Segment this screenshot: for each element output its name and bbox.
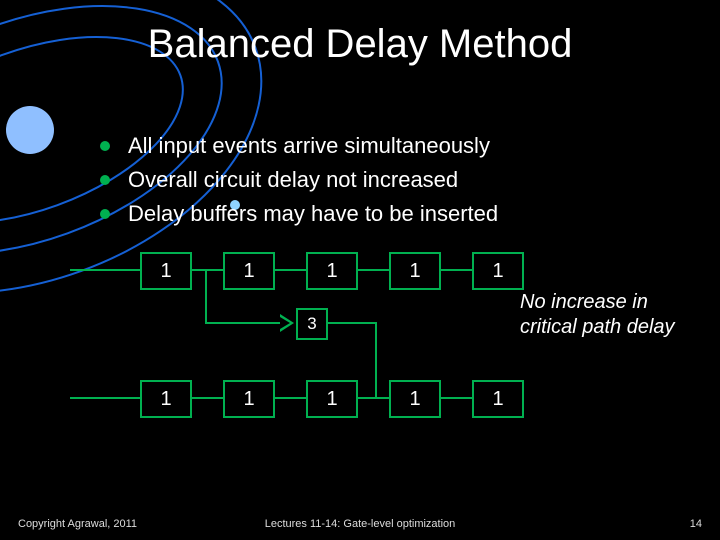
footer-page-number: 14 xyxy=(690,518,702,530)
wire xyxy=(439,397,472,399)
annotation-note: No increase in critical path delay xyxy=(520,290,700,340)
bullet-list: All input events arrive simultaneously O… xyxy=(100,130,498,232)
gate-bottom-5: 1 xyxy=(472,380,524,418)
wire xyxy=(70,397,140,399)
bullet-text: Overall circuit delay not increased xyxy=(128,164,458,196)
gate-top-2: 1 xyxy=(223,252,275,290)
gate-bottom-3: 1 xyxy=(306,380,358,418)
buffer-icon xyxy=(280,314,294,332)
gate-top-1: 1 xyxy=(140,252,192,290)
wire xyxy=(190,397,223,399)
delay-buffer: 3 xyxy=(296,308,328,340)
wire xyxy=(70,269,140,271)
wire xyxy=(326,322,375,324)
gate-top-3: 1 xyxy=(306,252,358,290)
wire xyxy=(375,322,377,397)
bullet-dot-icon xyxy=(100,141,110,151)
gate-bottom-4: 1 xyxy=(389,380,441,418)
footer-lecture: Lectures 11-14: Gate-level optimization xyxy=(0,518,720,530)
wire xyxy=(439,269,472,271)
wire xyxy=(273,397,306,399)
gate-top-4: 1 xyxy=(389,252,441,290)
wire xyxy=(273,269,306,271)
gate-bottom-1: 1 xyxy=(140,380,192,418)
bullet-dot-icon xyxy=(100,175,110,185)
bullet-item: Delay buffers may have to be inserted xyxy=(100,198,498,230)
wire xyxy=(356,269,389,271)
bullet-item: All input events arrive simultaneously xyxy=(100,130,498,162)
gate-top-5: 1 xyxy=(472,252,524,290)
bullet-text: Delay buffers may have to be inserted xyxy=(128,198,498,230)
bullet-text: All input events arrive simultaneously xyxy=(128,130,490,162)
wire xyxy=(205,269,207,322)
wire xyxy=(205,322,280,324)
bullet-item: Overall circuit delay not increased xyxy=(100,164,498,196)
bullet-dot-icon xyxy=(100,209,110,219)
gate-bottom-2: 1 xyxy=(223,380,275,418)
wire xyxy=(356,397,389,399)
circuit-diagram: 1 1 1 1 1 1 1 1 1 1 3 xyxy=(70,252,660,442)
slide-title: Balanced Delay Method xyxy=(0,22,720,67)
